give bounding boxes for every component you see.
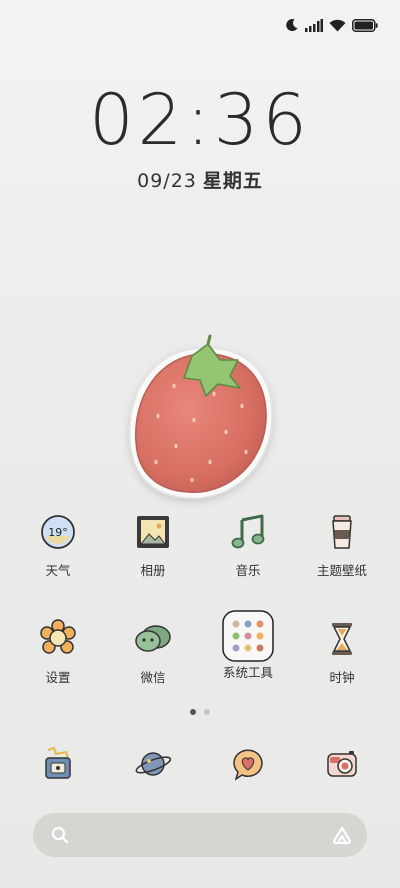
app-label: 设置 (45, 670, 71, 685)
app-label: 主题壁纸 (316, 563, 367, 578)
clock-time[interactable]: 02:36 (0, 80, 400, 160)
music-icon (224, 508, 272, 556)
app-label: 时钟 (329, 670, 355, 685)
weekday-text: 星期五 (202, 170, 263, 192)
search-icon[interactable] (51, 826, 69, 844)
dock-messages[interactable] (218, 734, 278, 794)
moon-icon (286, 19, 298, 32)
date-text: 09/23 (137, 170, 197, 192)
strawberry-icon (128, 334, 273, 499)
app-label: 相册 (140, 563, 166, 578)
camera-icon (327, 751, 357, 777)
page-indicator[interactable] (0, 709, 400, 715)
app-settings[interactable]: 设置 (12, 615, 104, 685)
app-label: 天气 (45, 563, 71, 578)
app-label: 系统工具 (222, 665, 273, 680)
messages-icon (233, 749, 263, 781)
browser-icon (135, 752, 172, 776)
assistant-icon[interactable] (331, 825, 353, 845)
page-dot-2[interactable] (204, 709, 210, 715)
app-wechat[interactable]: 微信 (107, 615, 199, 685)
app-gallery[interactable]: 相册 (107, 508, 199, 578)
status-bar (285, 14, 378, 36)
app-label: 微信 (140, 670, 166, 685)
weather-temp: 19° (48, 526, 68, 539)
signal-icon (305, 18, 323, 32)
strawberry-widget[interactable] (122, 334, 282, 510)
dock-phone[interactable] (28, 734, 88, 794)
wechat-icon (129, 615, 177, 663)
settings-icon (34, 615, 82, 663)
app-themes[interactable]: 主题壁纸 (296, 508, 388, 578)
app-weather[interactable]: 19° 天气 (12, 508, 104, 578)
search-bar[interactable] (33, 813, 367, 857)
app-music[interactable]: 音乐 (202, 508, 294, 578)
app-system-tools[interactable]: 系统工具 (202, 610, 294, 680)
gallery-icon (129, 508, 177, 556)
battery-icon (352, 18, 378, 32)
dock-camera[interactable] (312, 734, 372, 794)
dock-browser[interactable] (123, 734, 183, 794)
weather-icon: 19° (34, 508, 82, 556)
clock-icon (318, 615, 366, 663)
phone-icon (45, 746, 71, 779)
themes-icon (318, 508, 366, 556)
app-label: 音乐 (235, 563, 261, 578)
app-clock[interactable]: 时钟 (296, 615, 388, 685)
wifi-icon (329, 19, 346, 31)
system-tools-folder-icon (222, 610, 274, 662)
page-dot-1[interactable] (190, 709, 196, 715)
clock-date[interactable]: 09/23 星期五 (0, 166, 400, 193)
